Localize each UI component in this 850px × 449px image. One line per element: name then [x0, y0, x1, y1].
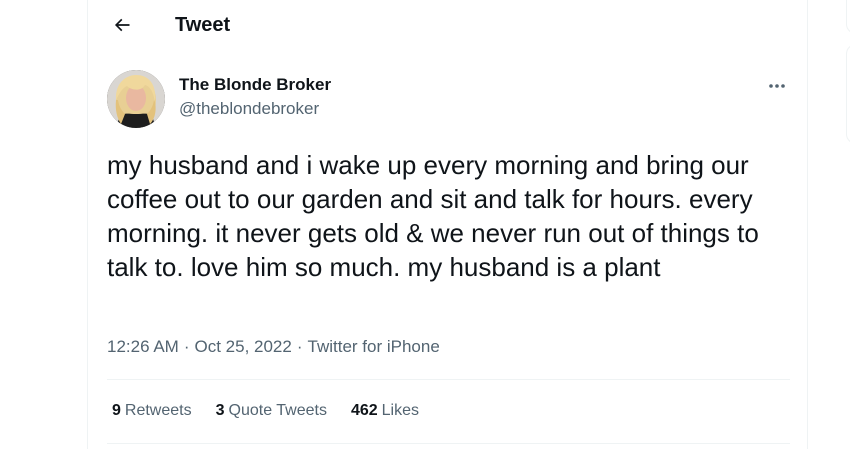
- tweet-text: my husband and i wake up every morning a…: [107, 150, 759, 282]
- likes-label: Likes: [381, 402, 420, 419]
- avatar[interactable]: [107, 70, 165, 128]
- tweet-stats: 9 Retweets 3 Quote Tweets 462 Likes: [112, 401, 419, 421]
- right-rail-card-edge: [846, 44, 850, 144]
- page-title: Tweet: [175, 14, 231, 36]
- tweet-source[interactable]: Twitter for iPhone: [308, 337, 440, 356]
- profile-photo: [107, 70, 165, 128]
- arrow-left-icon: [114, 18, 130, 32]
- quote-tweets-label: Quote Tweets: [228, 402, 327, 419]
- more-horizontal-icon: [769, 84, 785, 88]
- likes-count: 462: [350, 402, 378, 419]
- tweet-detail-column: Tweet The Blonde Broker @theblondebroker…: [87, 0, 808, 449]
- tweet-date[interactable]: Oct 25, 2022: [195, 337, 292, 356]
- right-rail-search-edge: [846, 0, 850, 34]
- divider: [107, 379, 790, 380]
- more-options-button[interactable]: [760, 72, 794, 100]
- likes-stat[interactable]: 462 Likes: [351, 401, 419, 421]
- quote-tweets-stat[interactable]: 3 Quote Tweets: [216, 401, 327, 421]
- tweet-time[interactable]: 12:26 AM: [107, 337, 179, 356]
- meta-separator: ·: [296, 337, 303, 356]
- back-button[interactable]: [104, 7, 140, 43]
- retweets-count: 9: [112, 402, 121, 419]
- tweet-metadata: 12:26 AM · Oct 25, 2022 · Twitter for iPhone: [107, 336, 440, 358]
- retweets-stat[interactable]: 9 Retweets: [112, 401, 192, 421]
- retweets-label: Retweets: [124, 402, 192, 419]
- divider: [107, 443, 790, 444]
- author-handle[interactable]: @theblondebroker: [179, 99, 319, 119]
- meta-separator: ·: [183, 337, 190, 356]
- quote-tweets-count: 3: [215, 402, 225, 419]
- author-display-name[interactable]: The Blonde Broker: [179, 75, 331, 95]
- page-header: Tweet: [88, 0, 809, 53]
- left-gutter: [0, 0, 87, 449]
